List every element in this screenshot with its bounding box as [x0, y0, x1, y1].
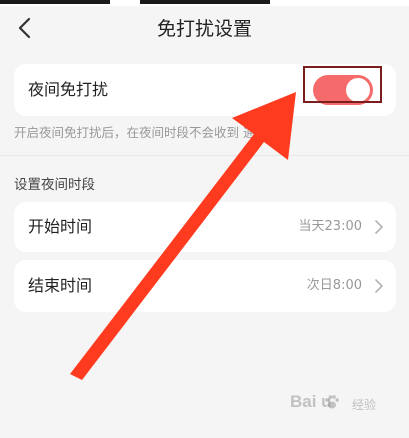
status-bar-segment [0, 0, 110, 4]
watermark-sub: 经验 [352, 398, 377, 412]
start-time-row[interactable]: 开始时间 当天23:00 [14, 202, 396, 252]
start-time-value: 当天23:00 [298, 219, 362, 234]
navigation-bar: 免打扰设置 [0, 6, 409, 52]
section-title: 设置夜间时段 [14, 177, 95, 193]
end-time-label: 结束时间 [28, 276, 93, 295]
chevron-right-icon [375, 279, 383, 293]
watermark: Bai u 经验 [290, 392, 402, 422]
start-time-label: 开始时间 [28, 217, 93, 236]
page-title: 免打扰设置 [156, 18, 252, 40]
section-divider [0, 155, 409, 156]
night-dnd-hint: 开启夜间免打扰后，在夜间时段不会收到 通知 [14, 125, 268, 140]
night-dnd-label: 夜间免打扰 [28, 80, 109, 99]
end-time-value: 次日8:00 [306, 278, 362, 293]
status-bar-segment [140, 0, 270, 4]
end-time-row[interactable]: 结束时间 次日8:00 [14, 260, 396, 312]
highlight-annotation-box [303, 66, 382, 103]
chevron-right-icon [375, 220, 383, 234]
paw-icon [325, 395, 339, 409]
